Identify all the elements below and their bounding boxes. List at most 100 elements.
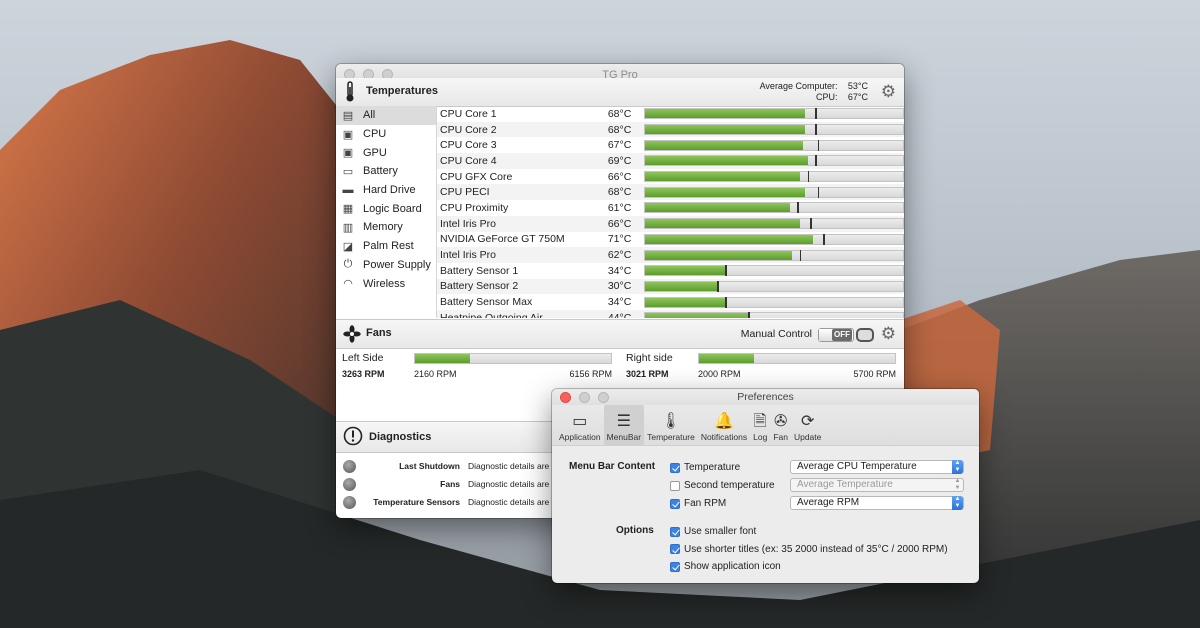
prefs-tab-temperature[interactable]: 🌡 Temperature [644, 405, 698, 445]
right-fan-min: 2000 RPM [698, 369, 741, 379]
sensor-max-marker [817, 186, 820, 198]
sensor-row[interactable]: CPU Core 2 68°C [437, 121, 904, 138]
sensor-row[interactable]: CPU Proximity 61°C [437, 200, 904, 216]
sensor-name: CPU Core 3 [440, 139, 497, 152]
sensor-max-marker [748, 312, 750, 318]
sensor-row[interactable]: CPU PECI 68°C [437, 184, 904, 201]
prefs-close-button[interactable] [560, 392, 571, 403]
sidebar-item-gpu[interactable]: ▣ GPU [336, 143, 436, 162]
sensor-bar-fill [645, 109, 806, 119]
sensor-temp: 68°C [607, 107, 632, 120]
sensor-bar [644, 312, 904, 318]
fan-rpm-checkbox-row[interactable]: Fan RPM [670, 498, 726, 509]
sensor-temp: 68°C [607, 123, 632, 136]
sensor-bar [644, 108, 904, 120]
second-temperature-select[interactable]: Average Temperature ▲ ▼ [790, 478, 964, 492]
sensor-row[interactable]: CPU Core 4 69°C [437, 153, 904, 169]
link-fans-icon[interactable] [856, 328, 874, 342]
sensor-list: CPU Core 1 68°C CPU Core 2 68°C CPU Core 3 67… [437, 106, 904, 318]
sensor-name: Intel Iris Pro [440, 217, 497, 230]
temperature-checkbox-row[interactable]: Temperature [670, 462, 740, 473]
palm-rest-icon: ◪ [342, 240, 354, 253]
prefs-tab-label: Temperature [647, 432, 695, 442]
status-dot-icon [343, 477, 356, 491]
option-checkbox[interactable] [670, 561, 680, 572]
prefs-titlebar[interactable]: Preferences [552, 389, 979, 405]
sensor-name: Battery Sensor Max [440, 296, 533, 309]
sensor-bar [644, 171, 904, 183]
sidebar-item-logic-board[interactable]: ▦ Logic Board [336, 199, 436, 218]
sensor-temp: 66°C [607, 170, 632, 183]
sensor-row[interactable]: CPU GFX Core 66°C [437, 169, 904, 185]
sidebar-item-hard-drive[interactable]: ▬ Hard Drive [336, 181, 436, 200]
fan-rpm-select[interactable]: Average RPM ▲ ▼ [790, 496, 964, 510]
sensor-max-marker [725, 265, 727, 277]
sensor-bar [644, 124, 904, 136]
all-icon: ▤ [342, 109, 354, 122]
prefs-tab-log[interactable]: 🗎 Log [750, 405, 770, 445]
sidebar-item-all[interactable]: ▤ All [336, 106, 436, 125]
prefs-tab-application[interactable]: ▭ Application [556, 405, 604, 445]
diagnostic-detail: Diagnostic details are o [468, 497, 557, 507]
sensor-bar-fill [645, 203, 790, 213]
prefs-zoom-button[interactable] [598, 392, 609, 403]
sensor-row[interactable]: Battery Sensor Max 34°C [437, 294, 904, 310]
sidebar-item-memory[interactable]: ▥ Memory [336, 218, 436, 237]
sensor-row[interactable]: Battery Sensor 1 34°C [437, 263, 904, 279]
option-checkbox-row[interactable]: Use shorter titles (ex: 35 2000 instead … [670, 544, 948, 555]
temperature-checkbox[interactable] [670, 462, 680, 473]
sensor-row[interactable]: CPU Core 3 67°C [437, 137, 904, 153]
sensor-row[interactable]: Intel Iris Pro 66°C [437, 215, 904, 232]
fans-gear-icon[interactable]: ⚙ [881, 325, 896, 342]
left-fan-rpm: 3263 RPM [342, 369, 385, 379]
sensor-bar [644, 280, 904, 292]
prefs-tab-label: Fan [773, 432, 788, 442]
fan-icon: ✇ [773, 413, 788, 430]
sensor-max-marker [725, 296, 727, 308]
sidebar-item-cpu[interactable]: ▣ CPU [336, 125, 436, 144]
sensor-row[interactable]: NVIDIA GeForce GT 750M 71°C [437, 232, 904, 248]
power-icon: ⏻ [343, 258, 353, 271]
avg-computer-label: Average Computer: [759, 81, 838, 91]
second-temperature-checkbox-row[interactable]: Second temperature [670, 480, 775, 491]
sidebar-item-palm-rest[interactable]: ◪ Palm Rest [336, 237, 436, 256]
prefs-tab-menubar[interactable]: ☰ MenuBar [603, 405, 645, 445]
left-fan-bar [414, 353, 612, 364]
prefs-tab-notifications[interactable]: 🔔 Notifications [698, 405, 750, 445]
option-checkbox[interactable] [670, 544, 680, 554]
second-temperature-checkbox[interactable] [670, 480, 680, 491]
option-checkbox-row[interactable]: Use smaller font [670, 526, 756, 537]
option-checkbox[interactable] [670, 526, 680, 537]
sensor-temp: 34°C [607, 264, 632, 277]
prefs-tab-update[interactable]: ⟳ Update [791, 405, 824, 445]
manual-control-label: Manual Control [740, 328, 812, 340]
sensor-name: Heatpipe Outgoing Air [440, 311, 543, 318]
sensor-row[interactable]: Heatpipe Outgoing Air 44°C [437, 309, 904, 318]
left-fan-min: 2160 RPM [414, 369, 457, 379]
manual-control-toggle[interactable]: OFF [818, 328, 854, 342]
sensor-bar-fill [645, 250, 793, 260]
right-fan-fill [699, 354, 754, 363]
refresh-icon: ⟳ [800, 413, 815, 430]
prefs-tab-fan[interactable]: ✇ Fan [770, 405, 791, 445]
status-dot-icon [343, 459, 356, 473]
temperatures-gear-icon[interactable]: ⚙ [881, 83, 896, 100]
sensor-temp: 68°C [607, 186, 632, 199]
prefs-tab-label: Update [793, 432, 822, 442]
sensor-max-marker [810, 218, 812, 230]
diagnostic-detail: Diagnostic details are o [468, 461, 557, 471]
sidebar-item-label: Power Supply [363, 258, 431, 271]
temperature-select[interactable]: Average CPU Temperature ▲ ▼ [790, 460, 964, 474]
sensor-row[interactable]: CPU Core 1 68°C [437, 106, 904, 122]
prefs-minimize-button[interactable] [579, 392, 590, 403]
left-fan-label: Left Side [342, 352, 384, 364]
sensor-row[interactable]: Battery Sensor 2 30°C [437, 278, 904, 295]
sensor-bar [644, 155, 904, 167]
fan-rpm-checkbox[interactable] [670, 498, 680, 509]
sidebar-item-power-supply[interactable]: ⏻ Power Supply [336, 256, 436, 275]
sidebar-item-battery[interactable]: ▭ Battery [336, 162, 436, 181]
sidebar-item-wireless[interactable]: ◠ Wireless [336, 274, 436, 293]
sensor-row[interactable]: Intel Iris Pro 62°C [437, 247, 904, 263]
option-checkbox-row[interactable]: Show application icon [670, 561, 781, 572]
diagnostics-title: Diagnostics [369, 431, 432, 443]
